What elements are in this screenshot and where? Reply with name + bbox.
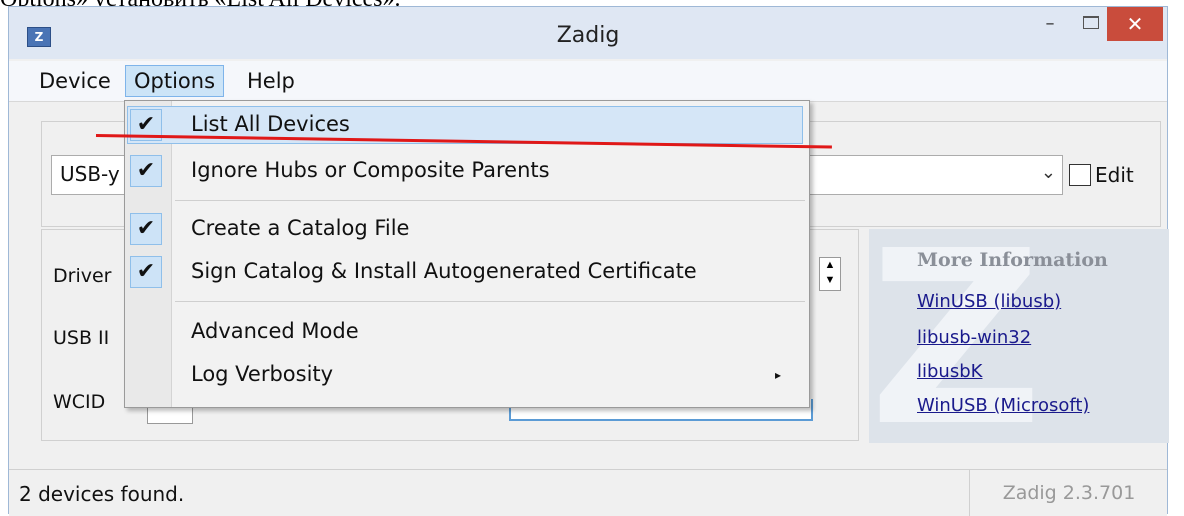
menu-item-ignore-hubs[interactable]: ✔ Ignore Hubs or Composite Parents <box>125 150 809 192</box>
menu-item-advanced-mode[interactable]: Advanced Mode <box>125 311 809 353</box>
menu-item-label: Log Verbosity <box>191 362 334 386</box>
link-winusb-microsoft[interactable]: WinUSB (Microsoft) <box>917 395 1089 416</box>
menu-help[interactable]: Help <box>239 65 303 97</box>
maximize-icon <box>1083 16 1099 29</box>
edit-checkbox[interactable] <box>1069 164 1091 186</box>
window-title: Zadig <box>556 23 620 48</box>
checkmark-icon: ✔ <box>130 155 162 187</box>
title-bar[interactable]: Z Zadig – ✕ <box>9 7 1167 59</box>
checkmark-icon: ✔ <box>130 213 162 245</box>
link-libusbk[interactable]: libusbK <box>917 361 982 382</box>
more-information-title: More Information <box>917 249 1108 271</box>
submenu-arrow-icon: ▸ <box>774 368 781 382</box>
menu-item-label: Ignore Hubs or Composite Parents <box>191 158 550 182</box>
minimize-button[interactable]: – <box>1031 9 1069 41</box>
status-bar: 2 devices found. Zadig 2.3.701 <box>9 469 1167 516</box>
menu-device[interactable]: Device <box>31 65 119 97</box>
menu-separator <box>175 200 805 201</box>
wcid-label: WCID <box>53 391 106 413</box>
device-combobox-value: USB-y <box>60 162 120 186</box>
menu-item-sign-catalog[interactable]: ✔ Sign Catalog & Install Autogenerated C… <box>125 251 809 293</box>
menu-item-log-verbosity[interactable]: Log Verbosity ▸ <box>125 354 809 396</box>
menu-item-label: Create a Catalog File <box>191 216 410 240</box>
menu-item-create-catalog[interactable]: ✔ Create a Catalog File <box>125 208 809 250</box>
edit-label: Edit <box>1095 163 1134 187</box>
status-text: 2 devices found. <box>19 482 185 506</box>
menu-item-label: Advanced Mode <box>191 319 359 343</box>
close-button[interactable]: ✕ <box>1107 7 1163 41</box>
checkmark-icon: ✔ <box>130 256 162 288</box>
menu-separator <box>175 301 805 302</box>
link-libusb-win32[interactable]: libusb-win32 <box>917 327 1031 348</box>
chevron-down-icon[interactable]: ⌄ <box>1041 162 1056 183</box>
more-information-panel: Z More Information WinUSB (libusb) libus… <box>869 229 1169 443</box>
menu-item-label: List All Devices <box>191 112 350 136</box>
menu-options[interactable]: Options <box>125 65 225 97</box>
menu-bar: Device Options Help <box>9 61 1167 102</box>
maximize-button[interactable] <box>1071 9 1109 41</box>
driver-spinner[interactable]: ▲ ▼ <box>819 257 841 291</box>
link-winusb-libusb[interactable]: WinUSB (libusb) <box>917 291 1061 312</box>
version-label: Zadig 2.3.701 <box>969 470 1168 516</box>
menu-item-label: Sign Catalog & Install Autogenerated Cer… <box>191 259 697 283</box>
usb-id-label: USB II <box>53 327 110 349</box>
driver-label: Driver <box>53 265 112 287</box>
